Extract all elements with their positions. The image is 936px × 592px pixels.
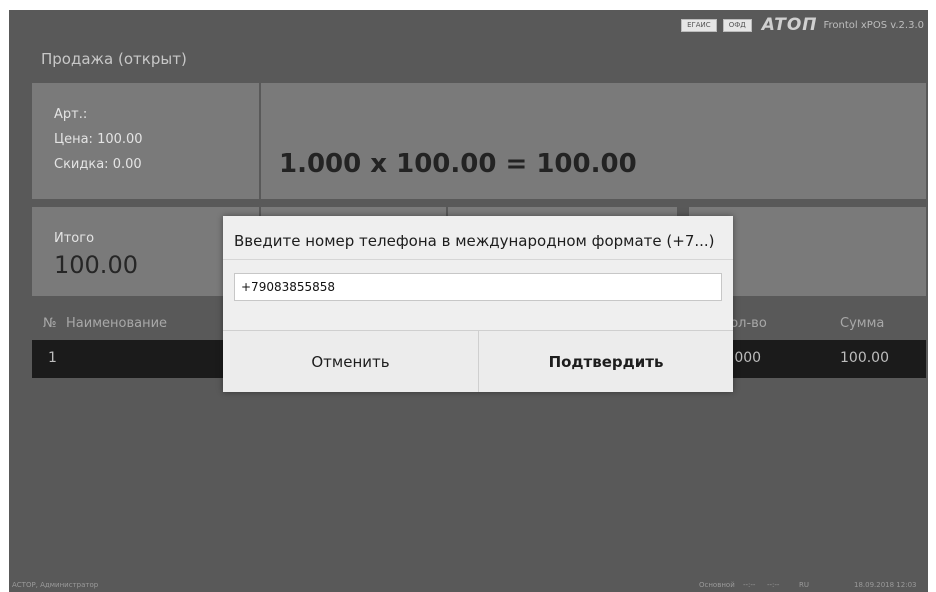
status-mode: Основной: [699, 581, 735, 589]
column-name: Наименование: [66, 316, 168, 331]
total-label: Итого: [54, 231, 95, 246]
article-label: Арт.:: [54, 107, 88, 122]
price-label: Цена: 100.00: [54, 132, 143, 147]
dialog-title: Введите номер телефона в международном ф…: [234, 232, 715, 250]
status-indicator-1: --:--: [743, 581, 756, 589]
page-title: Продажа (открыт): [41, 50, 187, 68]
egais-badge: ЕГАИС: [681, 18, 717, 32]
column-sum: Сумма: [840, 316, 885, 331]
calculation-panel: 1.000 x 100.00 = 100.00: [261, 83, 926, 199]
status-datetime: 18.09.2018 12:03: [854, 581, 917, 589]
app-version: Frontol xPOS v.2.3.0: [823, 19, 924, 31]
row-sum: 100.00: [840, 350, 889, 366]
cancel-button[interactable]: Отменить: [223, 331, 478, 392]
status-user: АСТОР, Администратор: [12, 581, 99, 589]
aton-logo: ATOΠ: [761, 15, 818, 35]
discount-label: Скидка: 0.00: [54, 157, 142, 172]
top-bar: ЕГАИС ОФД ATOΠ Frontol xPOS v.2.3.0: [681, 14, 928, 36]
status-language: RU: [799, 581, 809, 589]
row-number: 1: [48, 350, 57, 366]
column-number: №: [43, 316, 57, 331]
confirm-button[interactable]: Подтвердить: [478, 331, 733, 392]
item-info-panel: Арт.: Цена: 100.00 Скидка: 0.00: [32, 83, 259, 199]
status-bar: АСТОР, Администратор Основной --:-- --:-…: [9, 578, 928, 592]
status-indicator-2: --:--: [767, 581, 780, 589]
total-value: 100.00: [54, 251, 138, 279]
phone-input[interactable]: [234, 273, 722, 301]
phone-dialog: Введите номер телефона в международном ф…: [223, 216, 733, 392]
dialog-divider: [223, 259, 733, 260]
calculation-formula: 1.000 x 100.00 = 100.00: [279, 149, 637, 179]
ofd-badge: ОФД: [722, 18, 752, 32]
